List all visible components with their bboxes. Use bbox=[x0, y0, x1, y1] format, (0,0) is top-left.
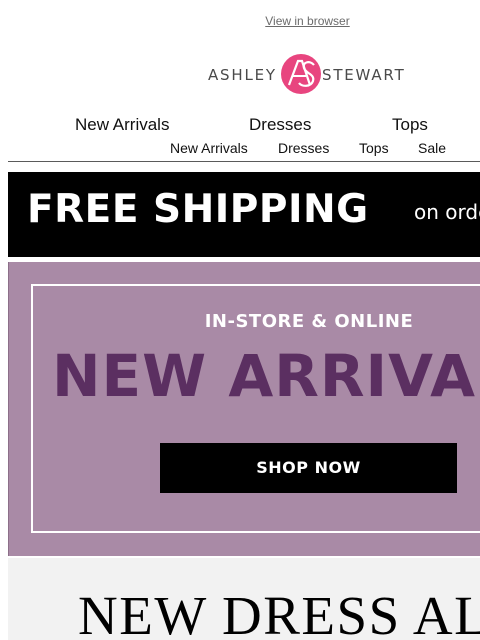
nav-link-new-arrivals[interactable]: New Arrivals bbox=[75, 115, 169, 135]
logo-monogram-icon bbox=[281, 54, 321, 94]
nav-divider bbox=[8, 161, 480, 162]
free-shipping-headline: FREE SHIPPING bbox=[27, 187, 369, 232]
secondary-nav: New Arrivals Dresses Tops Sale bbox=[0, 140, 480, 156]
nav-link-tops[interactable]: Tops bbox=[392, 115, 428, 135]
hero-eyebrow: IN-STORE & ONLINE bbox=[204, 311, 414, 332]
subnav-link-sale[interactable]: Sale bbox=[418, 140, 446, 156]
subnav-link-dresses[interactable]: Dresses bbox=[278, 140, 329, 156]
brand-logo[interactable]: ASHLEY STEWART bbox=[208, 52, 410, 96]
free-shipping-subline: on orders bbox=[414, 200, 480, 224]
logo-wordmark-right: STEWART bbox=[322, 66, 406, 84]
new-dress-alert-title: NEW DRESS ALERT bbox=[78, 585, 480, 640]
free-shipping-banner[interactable]: FREE SHIPPING on orders bbox=[8, 172, 480, 257]
view-in-browser-link[interactable]: View in browser bbox=[0, 14, 480, 28]
shop-now-button[interactable]: SHOP NOW bbox=[160, 443, 457, 493]
primary-nav: New Arrivals Dresses Tops bbox=[0, 115, 480, 135]
hero-title: NEW ARRIVALS bbox=[52, 342, 480, 410]
subnav-link-new-arrivals[interactable]: New Arrivals bbox=[170, 140, 248, 156]
new-dress-alert-section[interactable]: NEW DRESS ALERT bbox=[8, 558, 480, 640]
subnav-link-tops[interactable]: Tops bbox=[359, 140, 389, 156]
nav-link-dresses[interactable]: Dresses bbox=[249, 115, 311, 135]
logo-wordmark-left: ASHLEY bbox=[208, 66, 277, 84]
new-arrivals-hero[interactable]: IN-STORE & ONLINE NEW ARRIVALS SHOP NOW bbox=[8, 262, 480, 556]
